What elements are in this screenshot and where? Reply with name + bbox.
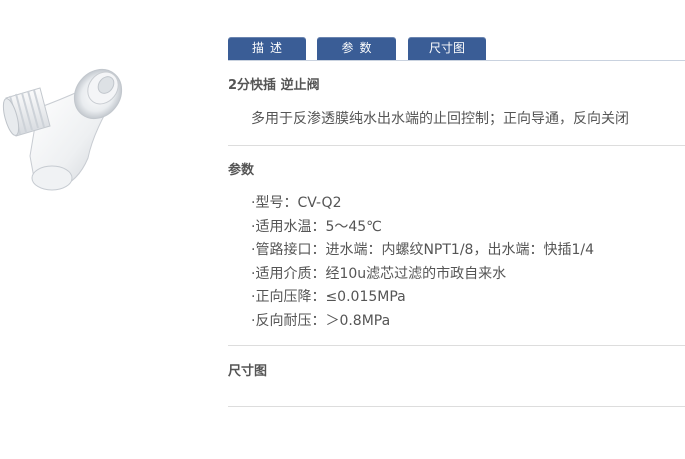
description-title: 2分快插 逆止阀 [228,78,320,93]
param-model: ·型号：CV-Q2 [251,195,342,211]
product-image [0,60,125,195]
param-pipe-connection: ·管路接口：进水端：内螺纹NPT1/8，出水端：快插1/4 [251,242,594,258]
param-reverse-pressure: ·反向耐压：＞0.8MPa [251,312,391,329]
param-water-temperature: ·适用水温：5～45℃ [251,218,382,235]
divider [228,345,685,346]
tab-size-drawing[interactable]: 尺寸图 [408,37,486,60]
elbow-fitting-illustration [2,68,123,191]
tab-parameters[interactable]: 参数 [317,37,396,60]
description-text: 多用于反渗透膜纯水出水端的止回控制；正向导通，反向关闭 [251,111,629,127]
param-medium: ·适用介质：经10u滤芯过滤的市政自来水 [251,265,507,282]
param-forward-pressure-drop: ·正向压降：≤0.015MPa [251,289,406,305]
tab-underline [228,60,685,61]
divider [228,145,685,146]
tab-description[interactable]: 描述 [228,37,306,60]
parameters-list: ·型号：CV-Q2 ·适用水温：5～45℃ ·管路接口：进水端：内螺纹NPT1/… [251,192,594,333]
size-drawing-title: 尺寸图 [228,364,268,379]
divider [228,406,685,407]
parameters-title: 参数 [228,163,255,178]
